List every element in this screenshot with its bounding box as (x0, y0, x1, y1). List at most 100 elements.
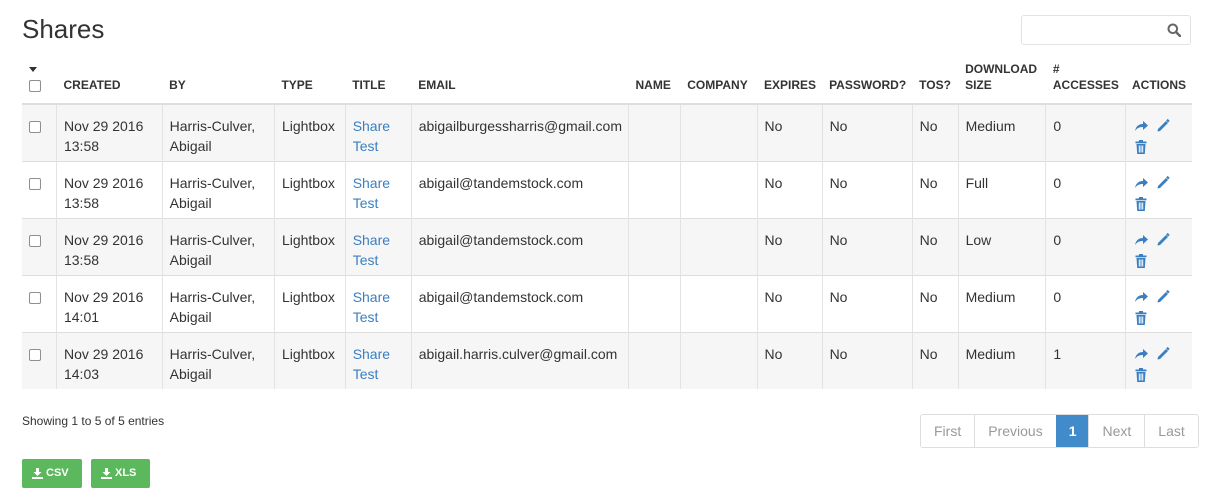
column-header-password[interactable]: PASSWORD? (822, 60, 913, 105)
actions-cell (1124, 217, 1192, 275)
search-icon[interactable] (1167, 23, 1182, 38)
column-header-download-size[interactable]: DOWNLOAD SIZE (958, 60, 1046, 105)
by-first-name: Abigail (169, 138, 212, 154)
share-title-line1: Share (352, 231, 391, 248)
column-header-accesses[interactable]: # ACCESSES (1045, 60, 1125, 105)
select-all-checkbox[interactable] (29, 79, 41, 92)
type-cell: Lightbox (273, 103, 346, 161)
pencil-icon[interactable] (1155, 232, 1171, 248)
by-last-name: Harris-Culver, (169, 288, 256, 305)
by-last-name: Harris-Culver, (169, 345, 256, 362)
pagination-last-button[interactable]: Last (1144, 415, 1198, 447)
pencil-icon[interactable] (1155, 289, 1171, 305)
pagination-previous-button[interactable]: Previous (974, 415, 1056, 447)
share-title-line2: Test (352, 365, 379, 382)
pagination-page-1-button[interactable]: 1 (1055, 415, 1089, 447)
table-header-row: CREATED BY TYPE TITLE EMAIL NAME COMPANY… (22, 60, 1192, 105)
share-title-link[interactable]: Share Test (353, 289, 390, 325)
created-cell: Nov 29 2016 14:03 (55, 331, 163, 389)
created-time: 13:58 (63, 251, 100, 268)
created-cell: Nov 29 2016 13:58 (55, 103, 163, 161)
entries-info: Showing 1 to 5 of 5 entries (22, 414, 165, 428)
column-header-name[interactable]: NAME (628, 60, 681, 105)
share-title-link[interactable]: Share Test (353, 175, 390, 211)
column-header-type[interactable]: TYPE (274, 60, 346, 105)
share-title-link[interactable]: Share Test (353, 232, 390, 268)
email-cell: abigail.harris.culver@gmail.com (410, 331, 629, 389)
row-checkbox[interactable] (29, 348, 41, 361)
by-last-name: Harris-Culver, (169, 174, 256, 191)
column-header-expires[interactable]: EXPIRES (757, 60, 823, 105)
share-icon[interactable] (1133, 118, 1149, 134)
share-title-line1: Share (352, 345, 391, 362)
download-size-cell: Medium (957, 331, 1046, 389)
pagination-first-button[interactable]: First (921, 415, 975, 447)
trash-icon[interactable] (1133, 196, 1149, 212)
row-select-cell (22, 217, 57, 275)
share-title-link[interactable]: Share Test (353, 118, 390, 154)
company-cell (679, 103, 758, 161)
row-select-cell (22, 331, 57, 389)
column-header-email[interactable]: EMAIL (411, 60, 629, 105)
table-row: Nov 29 2016 14:01 Harris-Culver, Abigail Lig… (22, 274, 1192, 332)
column-header-tos[interactable]: TOS? (912, 60, 959, 105)
share-icon[interactable] (1133, 346, 1149, 362)
row-checkbox[interactable] (29, 291, 41, 304)
row-checkbox[interactable] (29, 234, 41, 247)
password-cell: No (821, 217, 913, 275)
select-all-header[interactable] (22, 60, 57, 105)
table-row: Nov 29 2016 14:03 Harris-Culver, Abigail Lig… (22, 331, 1192, 389)
created-time: 14:03 (63, 365, 100, 382)
pencil-icon[interactable] (1155, 175, 1171, 191)
column-header-accesses-line2: ACCESSES (1052, 78, 1119, 92)
by-first-name: Abigail (169, 308, 212, 325)
column-header-by[interactable]: BY (162, 60, 275, 105)
pencil-icon[interactable] (1155, 118, 1171, 134)
share-title-link[interactable]: Share Test (353, 346, 390, 382)
trash-icon[interactable] (1133, 310, 1149, 326)
share-title-line1: Share (352, 288, 391, 305)
export-csv-label: CSV (46, 467, 69, 479)
trash-icon[interactable] (1133, 253, 1149, 269)
column-header-company[interactable]: COMPANY (680, 60, 758, 105)
search-input[interactable] (1022, 16, 1162, 44)
share-title-line2: Test (352, 194, 379, 211)
created-cell: Nov 29 2016 13:58 (55, 217, 163, 275)
table-body: Nov 29 2016 13:58 Harris-Culver, Abigail Lig… (22, 103, 1192, 389)
by-first-name: Abigail (169, 194, 212, 211)
download-icon (32, 468, 43, 479)
search-box[interactable] (1021, 15, 1191, 45)
expires-cell: No (756, 331, 823, 389)
column-header-accesses-line1: # (1052, 62, 1060, 76)
row-checkbox[interactable] (29, 121, 41, 134)
created-time: 13:58 (63, 138, 100, 154)
export-csv-button[interactable]: CSV (22, 459, 82, 488)
type-cell: Lightbox (273, 331, 346, 389)
accesses-cell: 1 (1045, 331, 1125, 389)
share-title-line1: Share (352, 118, 391, 134)
expires-cell: No (756, 160, 823, 218)
export-xls-button[interactable]: XLS (91, 459, 150, 488)
pagination-next-button[interactable]: Next (1088, 415, 1145, 447)
table-row: Nov 29 2016 13:58 Harris-Culver, Abigail Lig… (22, 217, 1192, 275)
row-checkbox[interactable] (29, 177, 41, 190)
table-row: Nov 29 2016 13:58 Harris-Culver, Abigail Lig… (22, 160, 1192, 218)
share-icon[interactable] (1133, 232, 1149, 248)
column-header-title[interactable]: TITLE (345, 60, 412, 105)
caret-down-icon[interactable] (29, 67, 37, 73)
download-size-cell: Full (957, 160, 1046, 218)
created-cell: Nov 29 2016 13:58 (55, 160, 163, 218)
share-icon[interactable] (1133, 289, 1149, 305)
download-icon (101, 468, 112, 479)
trash-icon[interactable] (1133, 139, 1149, 155)
table-row: Nov 29 2016 13:58 Harris-Culver, Abigail Lig… (22, 103, 1192, 161)
by-cell: Harris-Culver, Abigail (161, 274, 275, 332)
column-header-created[interactable]: CREATED (56, 60, 163, 105)
tos-cell: No (911, 103, 959, 161)
created-cell: Nov 29 2016 14:01 (55, 274, 163, 332)
trash-icon[interactable] (1133, 367, 1149, 383)
share-icon[interactable] (1133, 175, 1149, 191)
pencil-icon[interactable] (1155, 346, 1171, 362)
type-cell: Lightbox (273, 217, 346, 275)
column-header-download-size-line1: DOWNLOAD (965, 62, 1038, 76)
